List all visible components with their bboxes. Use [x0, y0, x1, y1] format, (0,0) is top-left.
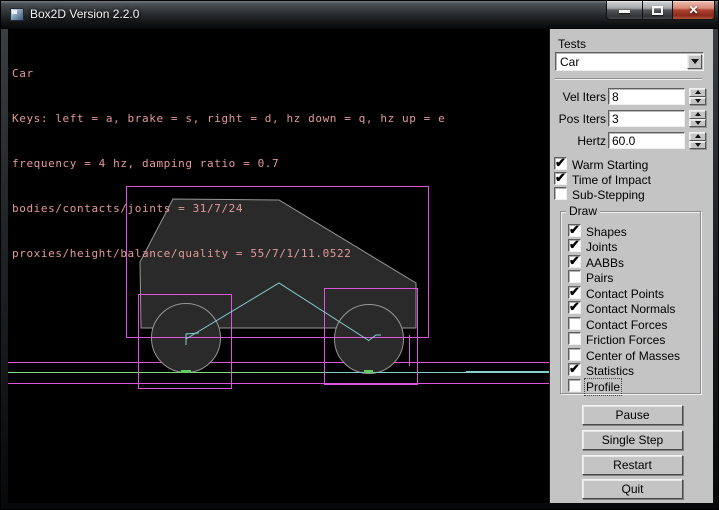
simulation-viewport[interactable]: Car Keys: left = a, brake = s, right = d…	[8, 29, 549, 503]
spinner-up-button[interactable]	[689, 132, 706, 141]
control-panel: Tests Car Vel Iters Pos Iters	[549, 29, 713, 503]
tests-dropdown[interactable]: Car	[555, 52, 704, 71]
aabbs-label: AABBs	[586, 256, 624, 270]
center-of-masses-label: Center of Masses	[586, 349, 680, 363]
contact-normals-label: Contact Normals	[586, 302, 675, 316]
shapes-checkbox[interactable]	[568, 224, 581, 237]
stats-proxies-text: proxies/height/balance/quality = 55/7/1/…	[12, 246, 445, 261]
hertz-spinner	[689, 132, 706, 149]
spinner-down-button[interactable]	[689, 141, 706, 150]
spinner-up-icon	[695, 90, 701, 94]
quit-button[interactable]: Quit	[582, 479, 683, 499]
aabbs-checkbox[interactable]	[568, 255, 581, 268]
vel-iters-label: Vel Iters	[550, 90, 606, 104]
spinner-down-button[interactable]	[689, 119, 706, 128]
spinner-up-icon	[695, 134, 701, 138]
draw-group: Draw Shapes Joints AABBs Pairs Contact P…	[560, 211, 701, 394]
sub-stepping-checkbox[interactable]	[554, 187, 567, 200]
pause-button[interactable]: Pause	[582, 405, 683, 425]
warm-starting-label: Warm Starting	[572, 158, 648, 172]
joints-label: Joints	[586, 240, 617, 254]
separator	[555, 78, 702, 80]
window-controls: ✕	[606, 1, 715, 20]
center-of-masses-checkbox[interactable]	[568, 348, 581, 361]
close-icon: ✕	[688, 4, 698, 16]
spinner-up-button[interactable]	[689, 88, 706, 97]
friction-forces-checkbox[interactable]	[568, 332, 581, 345]
single-step-button[interactable]: Single Step	[582, 430, 683, 450]
shapes-label: Shapes	[586, 225, 627, 239]
title-bar[interactable]: Box2D Version 2.2.0 ✕	[1, 1, 718, 29]
window-title: Box2D Version 2.2.0	[30, 7, 139, 21]
pos-iters-spinner	[689, 110, 706, 127]
vel-iters-spinner	[689, 88, 706, 105]
time-of-impact-label: Time of Impact	[572, 173, 651, 187]
ground-edge	[8, 372, 549, 373]
spinner-down-icon	[695, 121, 701, 125]
spinner-down-icon	[695, 143, 701, 147]
joints-checkbox[interactable]	[568, 239, 581, 252]
close-button[interactable]: ✕	[673, 1, 715, 20]
chevron-down-icon	[691, 59, 699, 64]
stats-bodies-text: bodies/contacts/joints = 31/7/24	[12, 201, 445, 216]
pos-iters-label: Pos Iters	[550, 112, 606, 126]
contact-forces-checkbox[interactable]	[568, 317, 581, 330]
car-wheel-front	[335, 305, 404, 374]
pairs-checkbox[interactable]	[568, 270, 581, 283]
minimize-icon	[619, 10, 630, 13]
tests-label: Tests	[558, 37, 586, 51]
profile-label: Profile	[586, 380, 620, 394]
maximize-icon	[652, 6, 663, 15]
draw-group-label: Draw	[566, 204, 600, 218]
tests-dropdown-value: Car	[560, 55, 579, 69]
profile-checkbox[interactable]	[568, 379, 581, 392]
warm-starting-checkbox[interactable]	[554, 157, 567, 170]
tests-dropdown-arrow-button[interactable]	[687, 54, 702, 69]
friction-forces-label: Friction Forces	[586, 333, 665, 347]
time-of-impact-checkbox[interactable]	[554, 172, 567, 185]
contact-normals-checkbox[interactable]	[568, 301, 581, 314]
pos-iters-input[interactable]	[608, 110, 685, 127]
frequency-text: frequency = 4 hz, damping ratio = 0.7	[12, 156, 445, 171]
keys-help-text: Keys: left = a, brake = s, right = d, hz…	[12, 111, 445, 126]
test-name-text: Car	[12, 66, 445, 81]
statistics-label: Statistics	[586, 364, 634, 378]
app-window: Box2D Version 2.2.0 ✕	[0, 0, 719, 510]
client-area: Car Keys: left = a, brake = s, right = d…	[8, 29, 713, 503]
debug-text-overlay: Car Keys: left = a, brake = s, right = d…	[12, 36, 445, 291]
contact-points-checkbox[interactable]	[568, 286, 581, 299]
sub-stepping-label: Sub-Stepping	[572, 188, 645, 202]
hertz-label: Hertz	[550, 134, 606, 148]
spinner-up-button[interactable]	[689, 110, 706, 119]
hertz-input[interactable]	[608, 132, 685, 149]
maximize-button[interactable]	[643, 1, 673, 20]
statistics-checkbox[interactable]	[568, 363, 581, 376]
vel-iters-input[interactable]	[608, 88, 685, 105]
spinner-down-icon	[695, 99, 701, 103]
restart-button[interactable]: Restart	[582, 455, 683, 475]
contact-points-label: Contact Points	[586, 287, 664, 301]
spinner-up-icon	[695, 112, 701, 116]
minimize-button[interactable]	[606, 1, 643, 20]
app-icon	[10, 8, 24, 21]
contact-forces-label: Contact Forces	[586, 318, 667, 332]
pairs-label: Pairs	[586, 271, 613, 285]
spinner-down-button[interactable]	[689, 97, 706, 106]
